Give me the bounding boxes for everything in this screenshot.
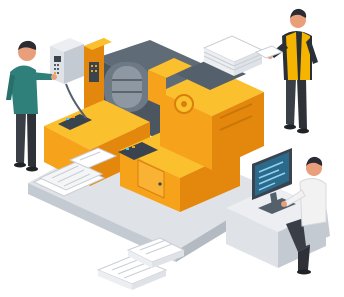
paper-carrier-person-icon — [254, 8, 318, 134]
tower-panel-icon — [89, 62, 99, 82]
loose-paper-stack-icon — [96, 237, 186, 290]
printing-press-illustration — [0, 0, 344, 297]
